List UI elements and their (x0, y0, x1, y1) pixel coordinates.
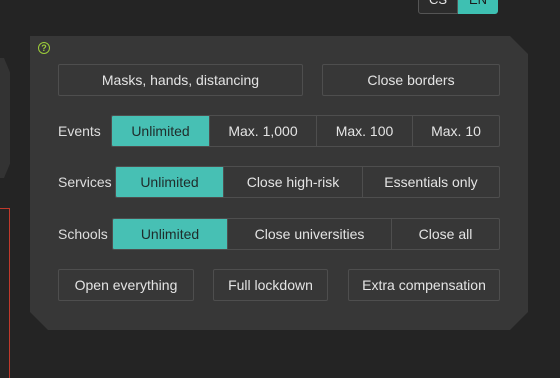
services-option-close-high-risk[interactable]: Close high-risk (223, 167, 362, 197)
events-label: Events (58, 123, 101, 139)
red-horizontal-line (0, 208, 9, 209)
masks-hands-distancing-button[interactable]: Masks, hands, distancing (58, 64, 303, 96)
schools-label: Schools (58, 226, 108, 242)
question-circle-icon[interactable]: ? (38, 42, 50, 54)
language-switch: CS EN (418, 0, 498, 14)
events-option-max-1000[interactable]: Max. 1,000 (209, 116, 316, 146)
full-lockdown-button[interactable]: Full lockdown (213, 269, 328, 301)
lang-cs-button[interactable]: CS (418, 0, 458, 14)
schools-selector: Unlimited Close universities Close all (112, 218, 500, 250)
schools-option-close-universities[interactable]: Close universities (227, 219, 391, 249)
events-option-max-10[interactable]: Max. 10 (412, 116, 499, 146)
services-option-unlimited[interactable]: Unlimited (116, 167, 223, 197)
events-option-max-100[interactable]: Max. 100 (316, 116, 412, 146)
extra-compensation-button[interactable]: Extra compensation (348, 269, 500, 301)
schools-option-close-all[interactable]: Close all (391, 219, 499, 249)
close-borders-button[interactable]: Close borders (322, 64, 500, 96)
lang-en-button[interactable]: EN (458, 0, 498, 14)
services-label: Services (58, 174, 112, 190)
schools-option-unlimited[interactable]: Unlimited (113, 219, 227, 249)
services-selector: Unlimited Close high-risk Essentials onl… (115, 166, 500, 198)
events-option-unlimited[interactable]: Unlimited (112, 116, 209, 146)
left-side-panel (0, 58, 10, 178)
open-everything-button[interactable]: Open everything (58, 269, 194, 301)
events-selector: Unlimited Max. 1,000 Max. 100 Max. 10 (111, 115, 500, 147)
measures-panel: ? Masks, hands, distancing Close borders… (30, 36, 528, 330)
services-option-essentials-only[interactable]: Essentials only (362, 167, 499, 197)
red-vertical-line (9, 208, 10, 378)
